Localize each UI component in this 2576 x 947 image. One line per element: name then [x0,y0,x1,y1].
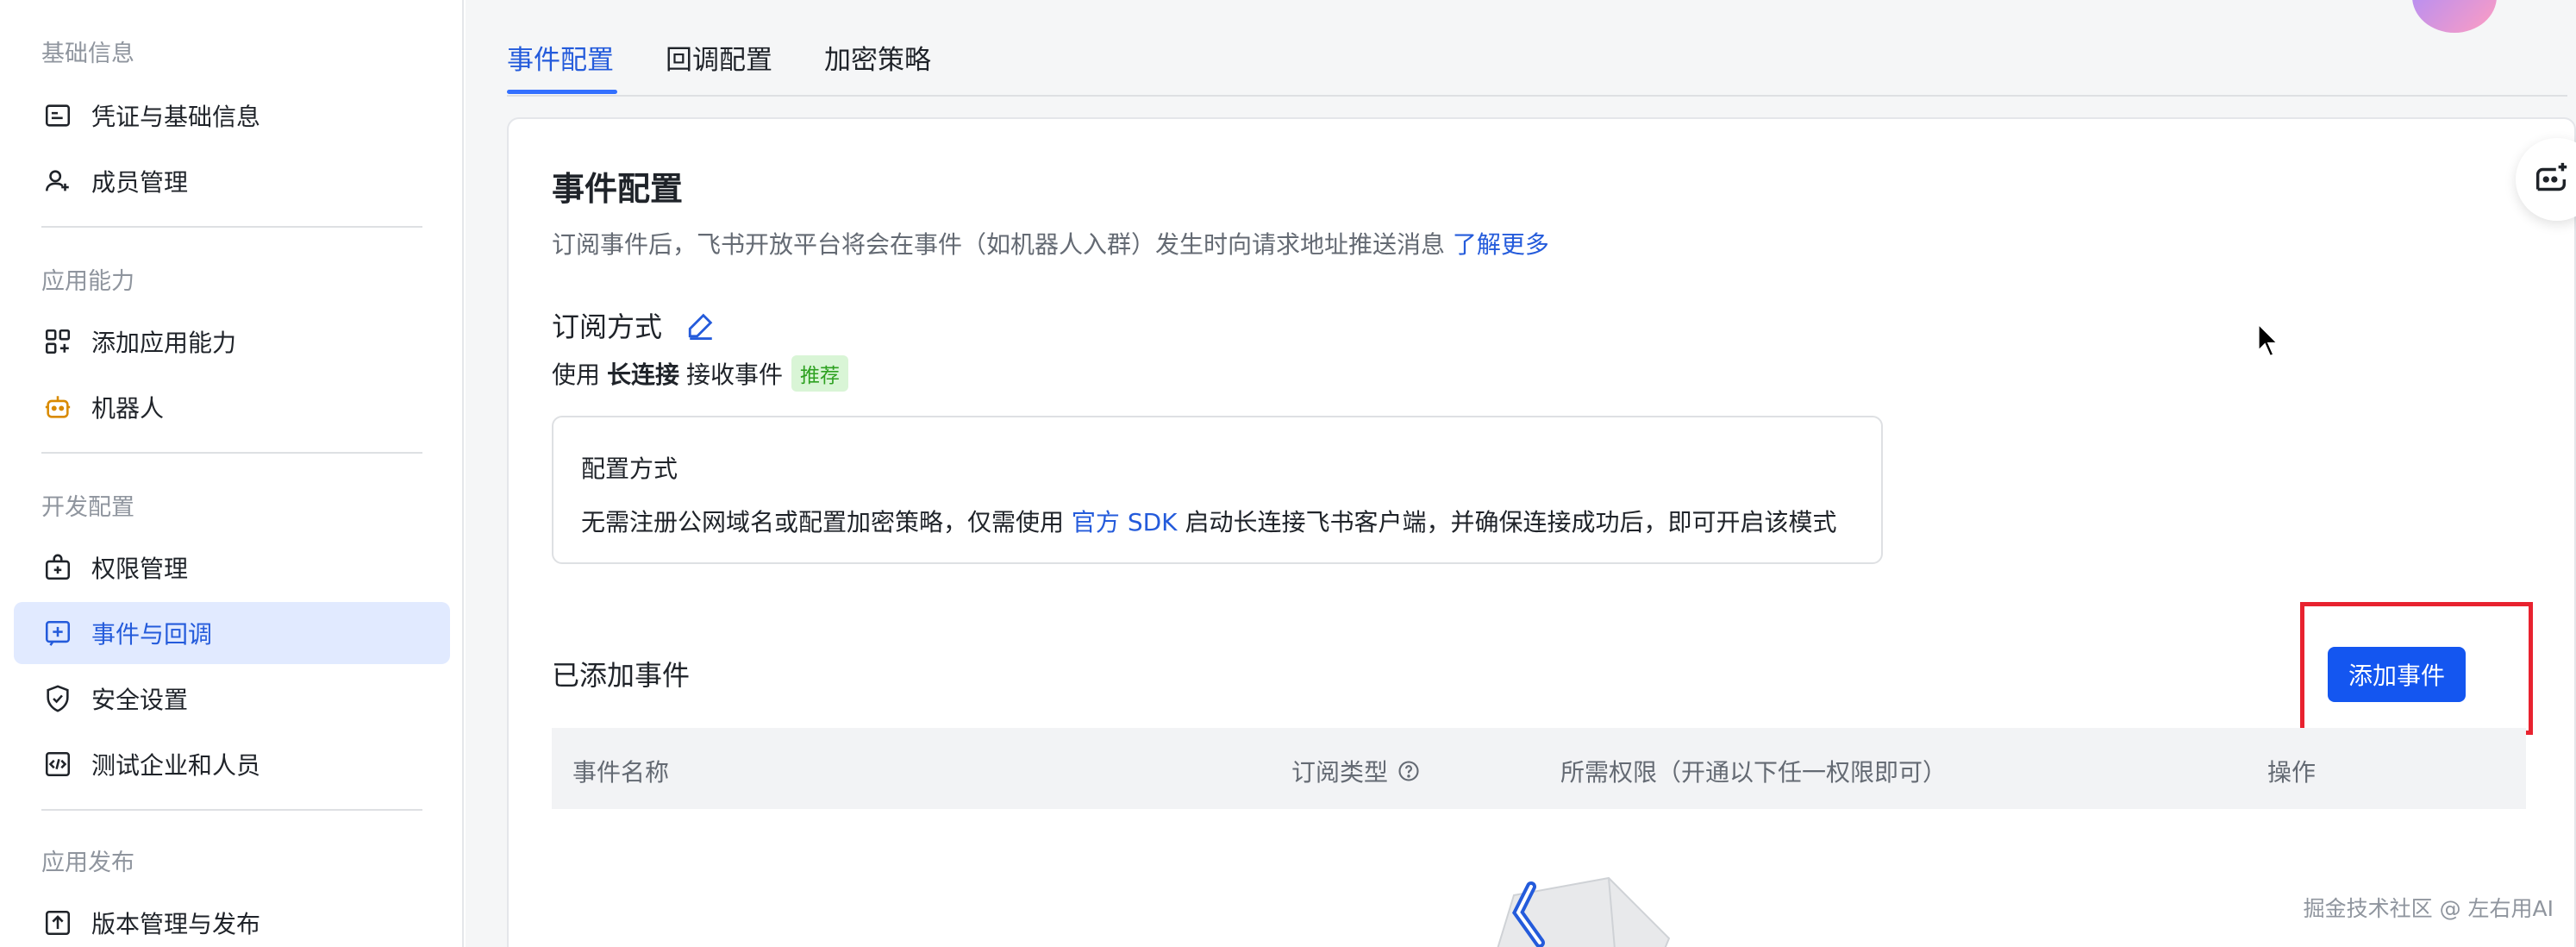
sidebar-item-label: 机器人 [91,394,165,423]
sidebar-item-label: 凭证与基础信息 [91,103,261,131]
edit-icon[interactable] [686,310,716,340]
sidebar-item-permissions[interactable]: 权限管理 [14,536,450,599]
mode-prefix: 使用 [552,361,601,389]
sidebar-item-label: 成员管理 [91,168,189,197]
help-icon[interactable] [1397,759,1421,783]
tab-bar: 事件配置 回调配置 加密策略 [507,0,2567,97]
page-title: 事件配置 [552,170,684,208]
sidebar-item-robot[interactable]: 机器人 [14,376,450,438]
sidebar-item-security[interactable]: 安全设置 [14,668,450,730]
added-events-title: 已添加事件 [552,659,691,692]
subscription-mode: 使用 长连接 接收事件 推荐 [552,355,849,392]
group-title-capability: 应用能力 [41,268,134,295]
code-icon [41,748,74,781]
permission-icon [41,551,74,584]
sidebar-item-add-capability[interactable]: 添加应用能力 [14,310,450,373]
event-config-card: 事件配置 订阅事件后，飞书开放平台将会在事件（如机器人入群）发生时向请求地址推送… [507,117,2576,947]
events-table-header: 事件名称 订阅类型 所需权限（开通以下任一权限即可） 操作 [552,728,2526,809]
add-event-button[interactable]: 添加事件 [2328,647,2466,702]
sidebar-item-label: 版本管理与发布 [91,910,261,938]
mode-suffix: 接收事件 [686,361,784,389]
sidebar-item-label: 测试企业和人员 [91,751,261,780]
column-subscription-type: 订阅类型 [1291,754,1421,788]
group-title-release: 应用发布 [41,850,134,876]
mode-name: 长连接 [607,361,680,389]
subscription-header: 订阅方式 [552,305,716,345]
sidebar-item-label: 添加应用能力 [91,329,237,357]
sidebar-item-test-enterprise[interactable]: 测试企业和人员 [14,733,450,795]
apps-add-icon [41,325,74,358]
subscription-title: 订阅方式 [552,310,663,343]
column-subscription-type-label: 订阅类型 [1291,758,1389,787]
tab-event-config[interactable]: 事件配置 [507,38,614,77]
column-actions: 操作 [2267,758,2317,787]
tab-encryption-strategy[interactable]: 加密策略 [824,38,931,77]
credential-icon [41,99,74,132]
main-content: 事件配置 回调配置 加密策略 事件配置 订阅事件后，飞书开放平台将会在事件（如机… [466,0,2576,947]
sidebar: 基础信息 凭证与基础信息 成员管理 应用能力 添加应用能力 机器人 开发配置 权… [0,0,464,947]
sidebar-divider [41,452,422,454]
config-method-box: 配置方式 无需注册公网域名或配置加密策略，仅需使用 官方 SDK 启动长连接飞书… [552,416,1883,564]
watermark: 掘金技术社区 @ 左右用AI [2303,896,2554,921]
recommended-badge: 推荐 [791,355,849,392]
shield-icon [41,682,74,715]
sidebar-item-credentials[interactable]: 凭证与基础信息 [14,85,450,147]
sidebar-item-label: 事件与回调 [91,620,213,649]
config-desc-prefix: 无需注册公网域名或配置加密策略，仅需使用 [581,508,1065,536]
config-method-description: 无需注册公网域名或配置加密策略，仅需使用 官方 SDK 启动长连接飞书客户端，并… [581,504,1836,538]
column-event-name: 事件名称 [572,758,670,787]
sidebar-divider [41,226,422,228]
upload-icon [41,906,74,939]
learn-more-link[interactable]: 了解更多 [1453,230,1549,259]
config-method-title: 配置方式 [581,455,678,483]
column-required-permissions: 所需权限（开通以下任一权限即可） [1560,758,1948,787]
sidebar-item-members[interactable]: 成员管理 [14,150,450,212]
sidebar-item-events[interactable]: 事件与回调 [14,602,450,664]
robot-icon [41,391,74,423]
group-title-basic: 基础信息 [41,41,134,67]
sidebar-item-label: 安全设置 [91,686,189,714]
sidebar-item-label: 权限管理 [91,555,189,583]
empty-state-illustration [1497,876,1671,947]
event-icon [41,617,74,649]
config-desc-suffix: 启动长连接飞书客户端，并确保连接成功后，即可开启该模式 [1185,508,1837,536]
user-add-icon [41,165,74,198]
tab-callback-config[interactable]: 回调配置 [666,38,772,77]
description-text: 订阅事件后，飞书开放平台将会在事件（如机器人入群）发生时向请求地址推送消息 [552,230,1446,259]
sidebar-divider [41,809,422,811]
group-title-dev: 开发配置 [41,494,134,521]
official-sdk-link[interactable]: 官方 SDK [1072,508,1178,536]
page-description: 订阅事件后，飞书开放平台将会在事件（如机器人入群）发生时向请求地址推送消息 了解… [552,226,1549,260]
mouse-cursor-icon [2257,323,2280,358]
active-tab-indicator [507,90,617,94]
sidebar-item-release[interactable]: 版本管理与发布 [14,892,450,947]
